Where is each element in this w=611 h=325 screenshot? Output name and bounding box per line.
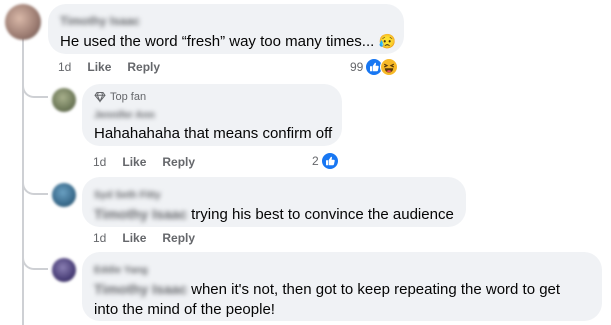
reaction-count: 2	[312, 154, 319, 168]
diamond-icon	[94, 92, 106, 103]
avatar[interactable]	[5, 4, 41, 40]
reaction-count: 99	[350, 60, 364, 74]
comment-thread: Timothy Isaac He used the word “fresh” w…	[0, 0, 611, 325]
thread-connector	[22, 179, 48, 195]
avatar[interactable]	[52, 258, 76, 282]
badge-label: Top fan	[110, 91, 147, 103]
comment-bubble: Top fan Jennifer Ann Hahahahaha that mea…	[82, 84, 342, 146]
comment-text: He used the word “fresh” way too many ti…	[60, 33, 375, 50]
top-fan-badge: Top fan	[94, 90, 330, 104]
like-button[interactable]: Like	[122, 230, 146, 246]
comment-author[interactable]: Jennifer Ann	[94, 111, 155, 121]
like-reaction-icon	[320, 152, 339, 170]
comment-bubble: Syd Seth Fitty Timothy Isaac trying his b…	[82, 177, 466, 227]
thread-connector	[22, 254, 48, 270]
reply-button[interactable]: Reply	[162, 154, 195, 170]
comment-time[interactable]: 1d	[58, 59, 71, 75]
reaction-summary[interactable]: 2	[312, 152, 339, 170]
comment-time[interactable]: 1d	[93, 154, 106, 170]
comment-author[interactable]: Syd Seth Fitty	[94, 190, 161, 202]
comment-author[interactable]: Timothy Isaac	[60, 14, 140, 28]
like-button[interactable]: Like	[122, 154, 146, 170]
thread-connector	[22, 82, 48, 98]
comment-actions: 1d Like Reply	[58, 59, 160, 75]
reply-button[interactable]: Reply	[127, 59, 160, 75]
haha-reaction-icon	[380, 58, 399, 76]
mention-link[interactable]: Timothy Isaac	[94, 279, 187, 299]
reply-button[interactable]: Reply	[162, 230, 195, 246]
avatar[interactable]	[52, 183, 76, 207]
mention-link[interactable]: Timothy Isaac	[94, 204, 187, 224]
comment-author[interactable]: Eddie Yang	[94, 265, 148, 277]
comment-text: Hahahahaha that means confirm off	[94, 125, 333, 142]
comment-time[interactable]: 1d	[93, 230, 106, 246]
reaction-summary[interactable]: 99	[350, 58, 399, 76]
like-button[interactable]: Like	[87, 59, 111, 75]
avatar[interactable]	[52, 88, 76, 112]
comment-actions: 1d Like Reply	[93, 230, 195, 246]
comment-actions: 1d Like Reply	[93, 154, 195, 170]
comment-text-line: into the mind of the people!	[94, 301, 275, 318]
crying-face-emoji: 😥	[378, 33, 396, 49]
comment-text: trying his best to convince the audience	[191, 206, 454, 223]
comment-bubble: Eddie Yang Timothy Isaac when it's not, t…	[82, 252, 602, 321]
comment-text-line: when it's not, then got to keep repeatin…	[191, 281, 561, 298]
comment-bubble: Timothy Isaac He used the word “fresh” w…	[48, 4, 404, 54]
